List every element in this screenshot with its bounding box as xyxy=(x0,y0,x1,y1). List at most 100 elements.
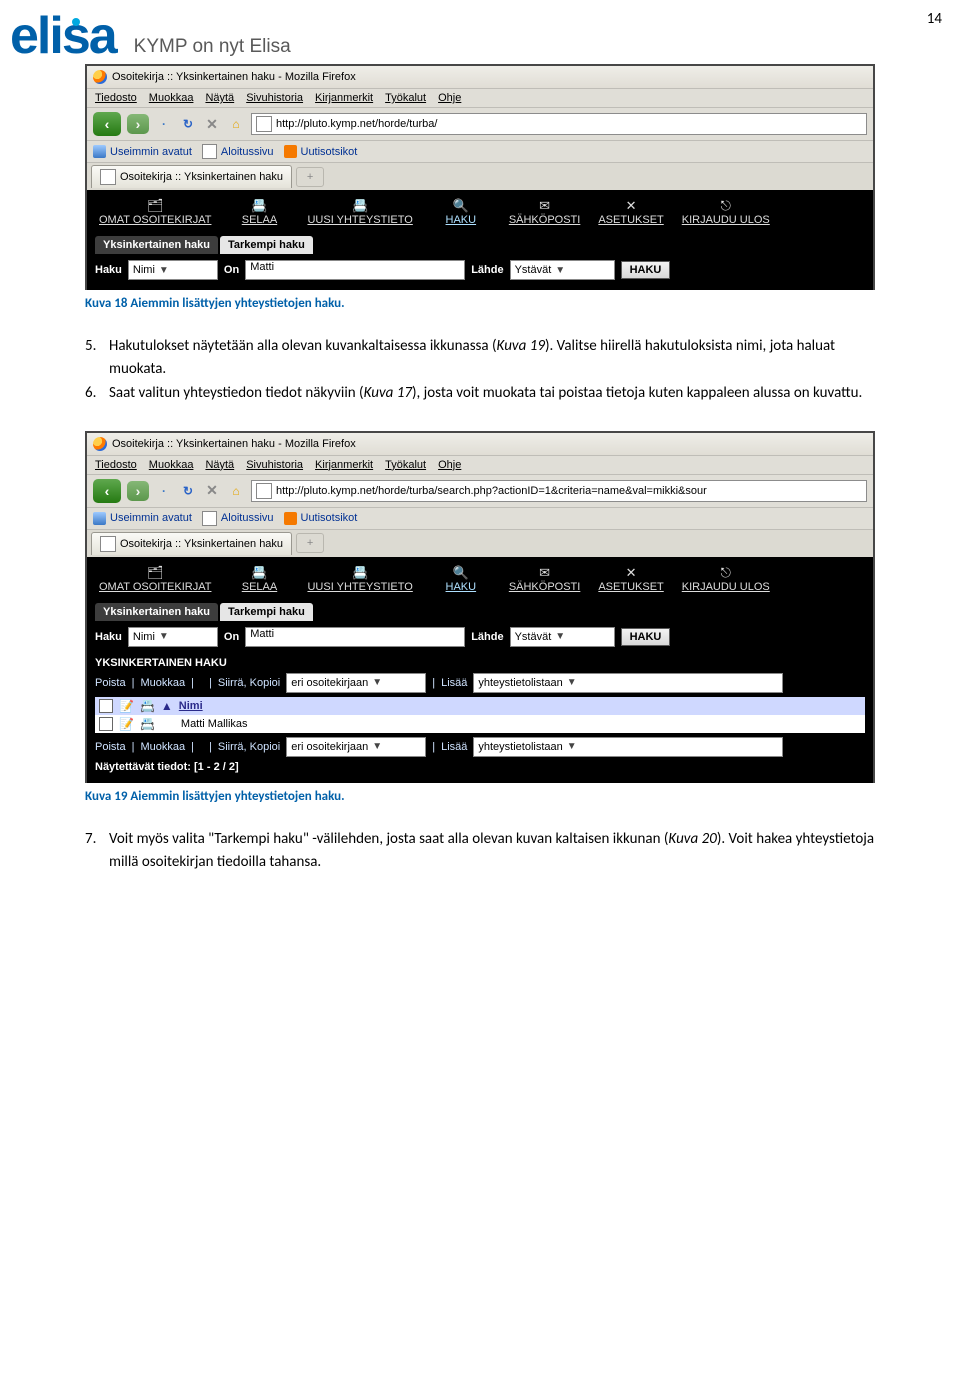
nav-browse[interactable]: 📇SELAA xyxy=(229,565,289,593)
new-tab-button[interactable]: + xyxy=(296,167,324,187)
row-checkbox[interactable] xyxy=(99,717,113,731)
reload-icon[interactable]: ↻ xyxy=(179,482,197,500)
folder-icon xyxy=(93,145,106,158)
menu-file[interactable]: Tiedosto xyxy=(95,459,137,471)
home-icon[interactable]: ⌂ xyxy=(227,482,245,500)
nav-new-contact[interactable]: 📇UUSI YHTEYSTIETO xyxy=(307,198,412,226)
search-value-input[interactable]: Matti xyxy=(245,627,465,647)
menu-view[interactable]: Näytä xyxy=(205,459,234,471)
favicon-icon xyxy=(256,483,272,499)
bookmark-news[interactable]: Uutisotsikot xyxy=(284,511,358,526)
reload-icon[interactable]: ↻ xyxy=(179,115,197,133)
source-dropdown[interactable]: Ystävät▼ xyxy=(510,627,615,647)
menu-tools[interactable]: Työkalut xyxy=(385,459,426,471)
field-dropdown[interactable]: Nimi▼ xyxy=(128,260,218,280)
url-text: http://pluto.kymp.net/horde/turba/search… xyxy=(276,485,707,497)
back-button[interactable]: ‹ xyxy=(93,479,121,503)
menu-view[interactable]: Näytä xyxy=(205,92,234,104)
tab-simple-search[interactable]: Yksinkertainen haku xyxy=(95,236,218,254)
search-value-input[interactable]: Matti xyxy=(245,260,465,280)
screenshot-2: Osoitekirja :: Yksinkertainen haku - Moz… xyxy=(85,431,875,783)
field-dropdown[interactable]: Nimi▼ xyxy=(128,627,218,647)
stop-icon[interactable]: ✕ xyxy=(203,115,221,133)
menu-bookmarks[interactable]: Kirjanmerkit xyxy=(315,92,373,104)
nav-logout[interactable]: ⎋KIRJAUDU ULOS xyxy=(682,565,770,593)
new-tab-button[interactable]: + xyxy=(296,533,324,553)
add-target-dropdown[interactable]: yhteystietolistaan▼ xyxy=(473,673,783,693)
nav-address-books[interactable]: 🗂OMAT OSOITEKIRJAT xyxy=(99,198,211,226)
search-button[interactable]: HAKU xyxy=(621,628,671,646)
search-button[interactable]: HAKU xyxy=(621,261,671,279)
nav-email[interactable]: ✉SÄHKÖPOSTI xyxy=(509,198,581,226)
url-bar[interactable]: http://pluto.kymp.net/horde/turba/search… xyxy=(251,480,867,502)
nav-settings[interactable]: ✕ASETUKSET xyxy=(598,198,663,226)
menu-edit[interactable]: Muokkaa xyxy=(149,92,194,104)
select-all-checkbox[interactable] xyxy=(99,699,113,713)
tab-favicon-icon xyxy=(100,536,116,552)
bookmark-home[interactable]: Aloitussivu xyxy=(202,144,274,159)
tab-favicon-icon xyxy=(100,169,116,185)
menu-history[interactable]: Sivuhistoria xyxy=(246,92,303,104)
browser-menubar: Tiedosto Muokkaa Näytä Sivuhistoria Kirj… xyxy=(87,89,873,108)
tab-advanced-search[interactable]: Tarkempi haku xyxy=(220,236,313,254)
column-name[interactable]: Nimi xyxy=(179,700,203,712)
tab-advanced-search[interactable]: Tarkempi haku xyxy=(220,603,313,621)
label-on: On xyxy=(224,264,239,276)
menu-bookmarks[interactable]: Kirjanmerkit xyxy=(315,459,373,471)
edit-icon: 📝 xyxy=(119,699,134,713)
rss-icon xyxy=(284,145,297,158)
nav-search[interactable]: 🔍HAKU xyxy=(431,565,491,593)
bookmark-most-visited[interactable]: Useimmin avatut xyxy=(93,144,192,159)
sort-asc-icon[interactable]: ▲ xyxy=(161,699,173,713)
add-target-dropdown[interactable]: yhteystietolistaan▼ xyxy=(473,737,783,757)
dropdown-history-icon[interactable]: · xyxy=(155,115,173,133)
forward-button[interactable]: › xyxy=(127,114,149,134)
bookmark-most-visited[interactable]: Useimmin avatut xyxy=(93,511,192,526)
vcard-icon[interactable]: 📇 xyxy=(140,717,155,731)
results-heading: YKSINKERTAINEN HAKU xyxy=(95,657,865,669)
bookmark-news[interactable]: Uutisotsikot xyxy=(284,144,358,159)
nav-search[interactable]: 🔍HAKU xyxy=(431,198,491,226)
action-edit[interactable]: Muokkaa xyxy=(140,677,185,689)
browser-tab[interactable]: Osoitekirja :: Yksinkertainen haku xyxy=(91,532,292,555)
result-name[interactable]: Matti Mallikas xyxy=(181,718,248,730)
menu-edit[interactable]: Muokkaa xyxy=(149,459,194,471)
nav-logout[interactable]: ⎋KIRJAUDU ULOS xyxy=(682,198,770,226)
source-dropdown[interactable]: Ystävät▼ xyxy=(510,260,615,280)
gear-icon: ✕ xyxy=(598,198,663,212)
back-button[interactable]: ‹ xyxy=(93,112,121,136)
label-move: Siirrä, Kopioi xyxy=(218,741,280,753)
nav-new-contact[interactable]: 📇UUSI YHTEYSTIETO xyxy=(307,565,412,593)
action-edit[interactable]: Muokkaa xyxy=(140,741,185,753)
gear-icon: ✕ xyxy=(598,565,663,579)
body-text: Hakutulokset näytetään alla olevan kuvan… xyxy=(109,335,875,382)
favicon-icon xyxy=(256,116,272,132)
firefox-icon xyxy=(93,70,107,84)
menu-tools[interactable]: Työkalut xyxy=(385,92,426,104)
screenshot-1: Osoitekirja :: Yksinkertainen haku - Moz… xyxy=(85,64,875,290)
nav-browse[interactable]: 📇SELAA xyxy=(229,198,289,226)
forward-button[interactable]: › xyxy=(127,481,149,501)
card-icon: 📇 xyxy=(229,198,289,212)
result-row[interactable]: 📝 📇 Matti Mallikas xyxy=(95,715,865,733)
action-delete[interactable]: Poista xyxy=(95,677,126,689)
bookmark-home[interactable]: Aloitussivu xyxy=(202,511,274,526)
nav-email[interactable]: ✉SÄHKÖPOSTI xyxy=(509,565,581,593)
home-icon[interactable]: ⌂ xyxy=(227,115,245,133)
stop-icon[interactable]: ✕ xyxy=(203,482,221,500)
nav-address-books[interactable]: 🗂OMAT OSOITEKIRJAT xyxy=(99,565,211,593)
menu-help[interactable]: Ohje xyxy=(438,459,461,471)
action-delete[interactable]: Poista xyxy=(95,741,126,753)
tab-simple-search[interactable]: Yksinkertainen haku xyxy=(95,603,218,621)
menu-file[interactable]: Tiedosto xyxy=(95,92,137,104)
nav-settings[interactable]: ✕ASETUKSET xyxy=(598,565,663,593)
mail-icon: ✉ xyxy=(509,198,581,212)
menu-help[interactable]: Ohje xyxy=(438,92,461,104)
move-target-dropdown[interactable]: eri osoitekirjaan▼ xyxy=(286,737,426,757)
move-target-dropdown[interactable]: eri osoitekirjaan▼ xyxy=(286,673,426,693)
edit-icon[interactable]: 📝 xyxy=(119,717,134,731)
browser-tab[interactable]: Osoitekirja :: Yksinkertainen haku xyxy=(91,165,292,188)
menu-history[interactable]: Sivuhistoria xyxy=(246,459,303,471)
dropdown-history-icon[interactable]: · xyxy=(155,482,173,500)
url-bar[interactable]: http://pluto.kymp.net/horde/turba/ xyxy=(251,113,867,135)
